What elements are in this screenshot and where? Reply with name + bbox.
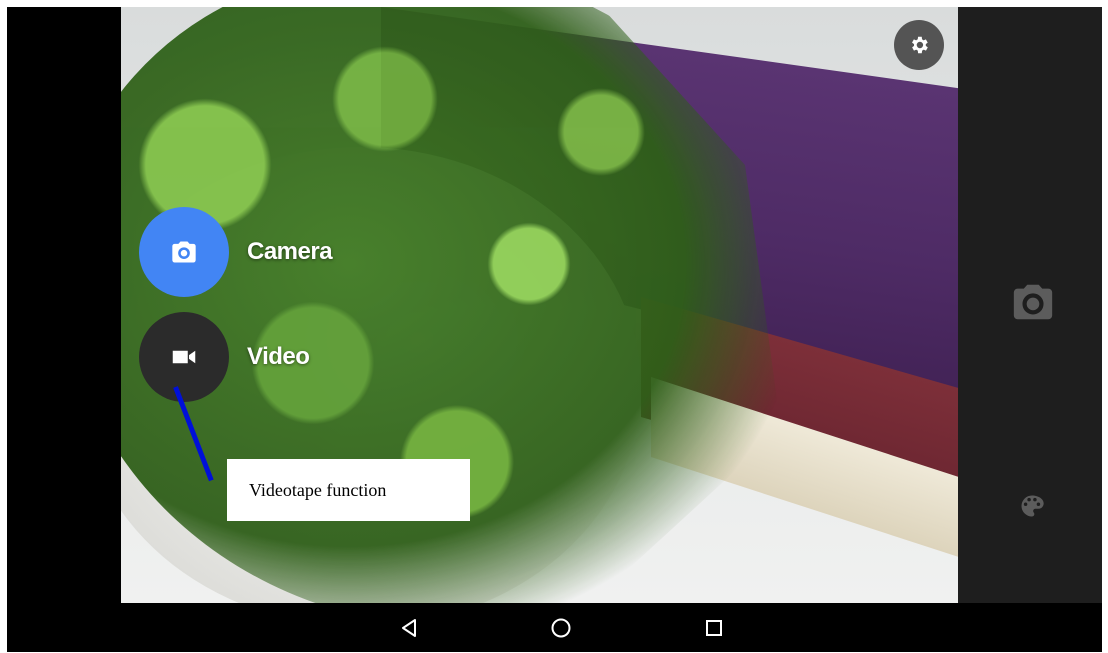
camera-icon (172, 241, 196, 263)
nav-back-button[interactable] (397, 615, 423, 641)
camera-viewfinder[interactable]: Camera Video Videotape function (121, 7, 958, 603)
left-black-bar (7, 7, 121, 603)
camera-mode-label: Camera (247, 238, 333, 265)
videocam-icon (172, 350, 196, 364)
right-control-panel (958, 7, 1102, 603)
camera-icon (1013, 284, 1053, 320)
nav-recents-button[interactable] (701, 615, 727, 641)
back-icon (402, 619, 416, 637)
shutter-camera-button[interactable] (1010, 279, 1056, 330)
video-mode-button[interactable] (139, 312, 229, 402)
camera-mode-button[interactable] (139, 207, 229, 297)
nav-home-button[interactable] (548, 615, 574, 641)
palette-icon (1021, 495, 1044, 517)
mode-camera-option[interactable]: Camera (139, 207, 333, 297)
recents-icon (706, 620, 722, 636)
device-screen: Camera Video Videotape function (7, 7, 1102, 652)
mode-video-option[interactable]: Video (139, 312, 310, 402)
settings-button[interactable] (894, 20, 944, 70)
filter-effects-button[interactable] (1018, 492, 1046, 525)
home-icon (551, 618, 571, 638)
system-navigation-bar (7, 603, 1102, 652)
annotation-callout: Videotape function (227, 459, 470, 521)
video-mode-label: Video (247, 343, 310, 370)
gear-icon (912, 36, 928, 54)
